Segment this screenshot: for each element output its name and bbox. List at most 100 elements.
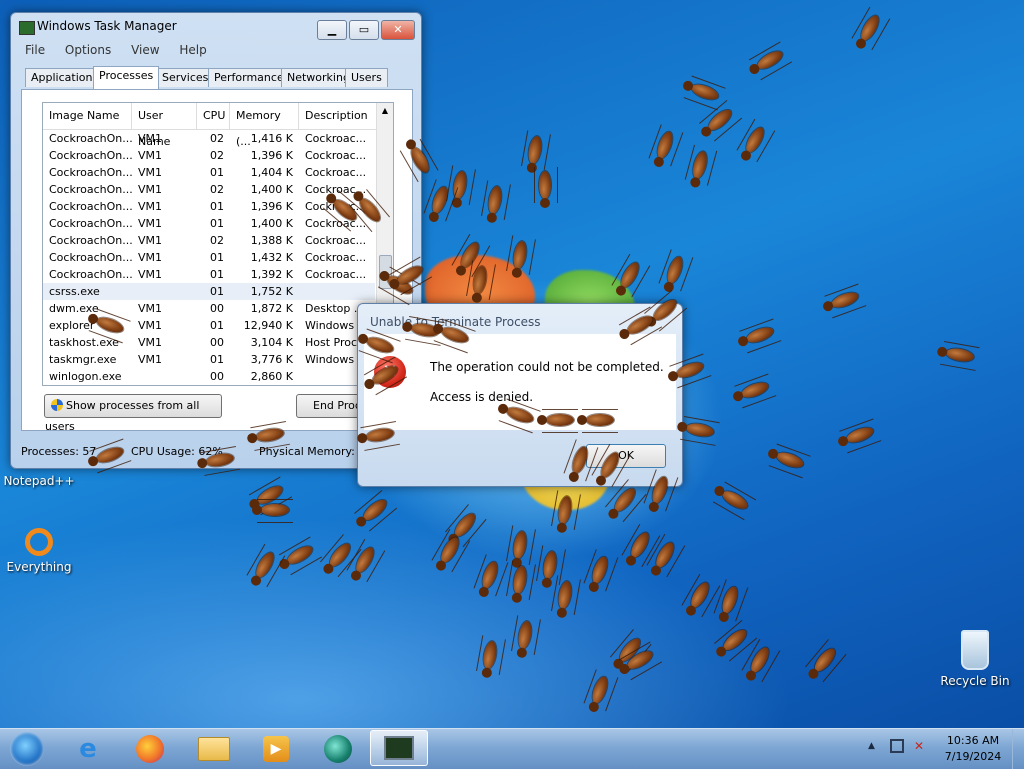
close-button[interactable]: ✕ (381, 20, 415, 40)
column-image-name[interactable]: Image Name (43, 103, 132, 129)
file-explorer-icon[interactable] (190, 732, 238, 766)
table-row[interactable]: CockroachOn... VM1 02 1,416 K Cockroac... (43, 130, 375, 147)
cockroach-sprite (589, 674, 611, 706)
cell-image-name: CockroachOn... (49, 132, 132, 145)
cockroach-sprite (284, 542, 316, 568)
desktop-icon-notepad-plus-plus[interactable]: Notepad++ (0, 474, 84, 488)
cell-image-name: CockroachOn... (49, 251, 132, 264)
start-orb-icon[interactable] (2, 732, 52, 766)
column-memory[interactable]: Memory (... (230, 103, 299, 148)
cockroach-sprite (252, 499, 293, 523)
maximize-button[interactable]: ▭ (349, 20, 379, 40)
cockroach-sprite (360, 496, 390, 524)
cell-image-name: taskmgr.exe (49, 353, 117, 366)
cell-user-name: VM1 (138, 132, 163, 145)
table-row[interactable]: CockroachOn... VM1 01 1,432 K Cockroac... (43, 249, 375, 266)
cell-cpu: 02 (210, 132, 224, 145)
cell-description: Cockroac... (305, 166, 367, 179)
processes-panel: Image Name User Name CPU Memory (... Des… (21, 89, 413, 433)
window-title: Windows Task Manager (37, 19, 177, 33)
table-row[interactable]: CockroachOn... VM1 01 1,392 K Cockroac... (43, 266, 375, 283)
cell-cpu: 00 (210, 302, 224, 315)
cell-memory: 1,396 K (250, 149, 293, 162)
cell-image-name: CockroachOn... (49, 217, 132, 230)
clock[interactable]: 10:36 AM 7/19/2024 (938, 734, 1008, 763)
internet-explorer-icon[interactable]: e (64, 732, 112, 766)
cell-cpu: 01 (210, 217, 224, 230)
cockroach-sprite (774, 449, 806, 471)
cockroach-sprite (744, 324, 776, 346)
column-description[interactable]: Description (299, 103, 369, 129)
tab-processes[interactable]: Processes (93, 66, 160, 89)
table-row[interactable]: CockroachOn... VM1 02 1,388 K Cockroac... (43, 232, 375, 249)
cockroach-sprite (747, 644, 773, 676)
cell-user-name: VM1 (138, 183, 163, 196)
table-row[interactable]: CockroachOn... VM1 01 1,400 K Cockroac... (43, 215, 375, 232)
table-row[interactable]: csrss.exe 01 1,752 K (43, 283, 375, 300)
cockroach-sprite (94, 314, 126, 336)
desktop-icon-label: Notepad++ (3, 474, 75, 488)
desktop-icon-recycle-bin[interactable]: Recycle Bin (930, 630, 1020, 688)
cockroach-sprite (471, 265, 489, 295)
cell-user-name (132, 283, 197, 300)
tab-users[interactable]: Users (345, 68, 388, 87)
cockroach-sprite (719, 487, 751, 513)
cell-user-name: VM1 (138, 319, 163, 332)
column-cpu[interactable]: CPU (197, 103, 230, 129)
table-row[interactable]: taskhost.exe VM1 00 3,104 K Host Proc... (43, 334, 375, 351)
cell-user-name: VM1 (138, 251, 163, 264)
volume-muted-icon[interactable]: ✕ (914, 739, 924, 753)
dialog-message: The operation could not be completed. (430, 360, 664, 374)
show-hidden-icons-arrow-icon[interactable]: ▲ (868, 741, 875, 751)
media-player-icon[interactable]: ▶ (252, 732, 300, 766)
column-user-name[interactable]: User Name (132, 103, 197, 148)
cell-memory: 1,872 K (250, 302, 293, 315)
task-manager-taskbar-button[interactable] (370, 730, 428, 766)
table-row[interactable]: CockroachOn... VM1 02 1,400 K Cockroac... (43, 181, 375, 198)
scroll-up-arrow-icon[interactable]: ▲ (377, 103, 393, 119)
table-row[interactable]: CockroachOn... VM1 01 1,404 K Cockroac... (43, 164, 375, 181)
cell-memory: 2,860 K (250, 370, 293, 383)
table-row[interactable]: taskmgr.exe VM1 01 3,776 K Windows ... (43, 351, 375, 368)
status-processes: Processes: 57 (21, 445, 97, 458)
cell-cpu: 01 (210, 200, 224, 213)
cockroach-sprite (664, 254, 686, 286)
cockroach-sprite (589, 554, 611, 586)
minimize-button[interactable]: ▁ (317, 20, 347, 40)
cockroach-sprite (504, 404, 536, 426)
firefox-icon[interactable] (126, 732, 174, 766)
desktop-icon-everything[interactable]: Everything (0, 528, 84, 574)
show-all-processes-button[interactable]: Show processes from all users (44, 394, 222, 433)
cell-image-name: CockroachOn... (49, 183, 132, 196)
menu-options[interactable]: Options (65, 43, 111, 57)
tab-performance[interactable]: Performance (208, 68, 290, 87)
menu-view[interactable]: View (131, 43, 159, 57)
table-row[interactable]: winlogon.exe 00 2,860 K (43, 368, 375, 385)
show-desktop-button[interactable] (1012, 729, 1024, 769)
tab-services[interactable]: Services (156, 68, 215, 87)
cockroach-sprite (252, 549, 278, 581)
everything-search-icon (25, 528, 53, 556)
process-list[interactable]: Image Name User Name CPU Memory (... Des… (42, 102, 394, 386)
cell-description: Cockroac... (305, 149, 367, 162)
app-icon[interactable] (314, 732, 362, 766)
cockroach-sprite (687, 579, 713, 611)
cell-cpu: 00 (210, 370, 224, 383)
network-icon[interactable] (890, 739, 904, 753)
cockroach-sprite (537, 409, 578, 433)
menu-help[interactable]: Help (179, 43, 206, 57)
cell-user-name: VM1 (138, 234, 163, 247)
cell-description (299, 283, 375, 300)
menu-bar: File Options View Help (25, 43, 223, 57)
cockroach-sprite (255, 426, 285, 444)
cockroach-sprite (829, 289, 861, 311)
cockroach-sprite (365, 426, 395, 444)
cell-image-name: csrss.exe (49, 285, 100, 298)
cockroach-sprite (577, 409, 618, 433)
cell-description: Cockroac... (305, 268, 367, 281)
cockroach-sprite (556, 495, 574, 525)
cockroach-sprite (569, 444, 591, 476)
show-all-processes-label: Show processes from all users (45, 399, 200, 433)
table-row[interactable]: CockroachOn... VM1 02 1,396 K Cockroac... (43, 147, 375, 164)
menu-file[interactable]: File (25, 43, 45, 57)
